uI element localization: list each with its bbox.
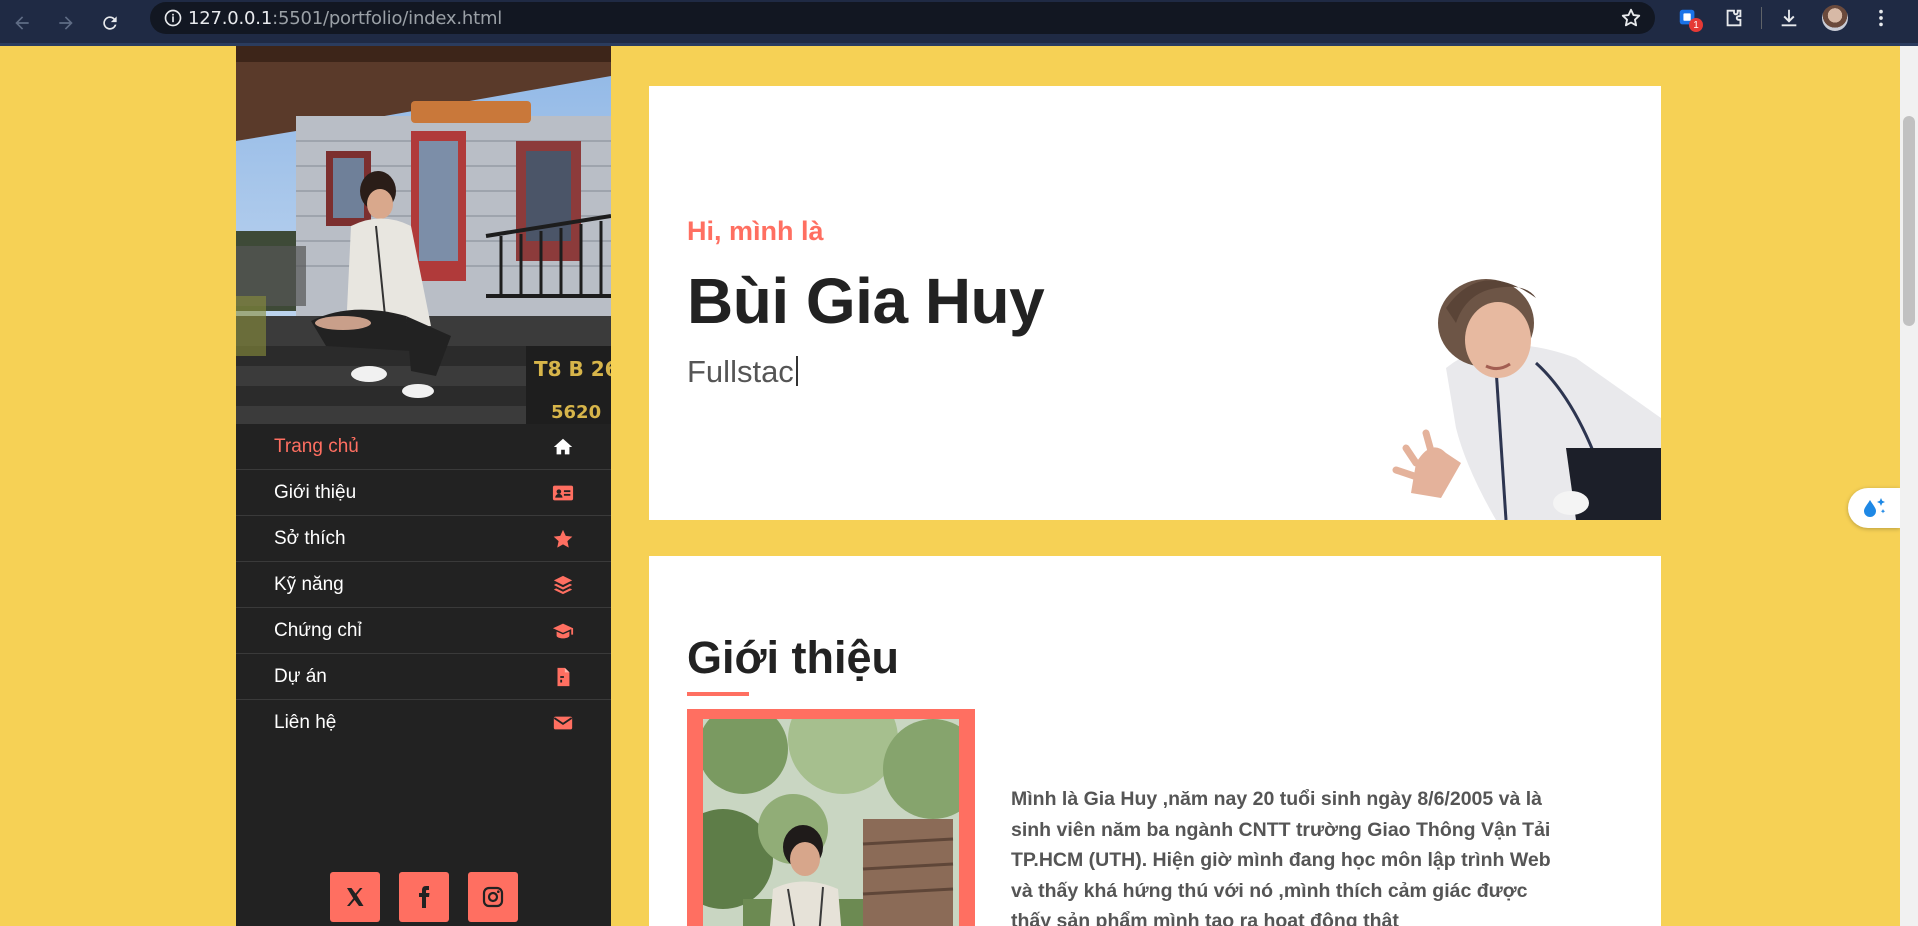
hero-portrait: [1386, 248, 1661, 520]
reload-button[interactable]: [88, 0, 132, 46]
x-link[interactable]: [330, 872, 380, 922]
page-scrollbar-thumb[interactable]: [1903, 116, 1915, 326]
about-title: Giới thiệu: [687, 632, 899, 683]
svg-text:T8 B 26: T8 B 26: [534, 357, 611, 381]
typing-caret: [795, 356, 798, 386]
arrow-right-icon: [59, 16, 73, 30]
envelope-icon: [551, 711, 575, 735]
about-section: Giới thiệu Mình là Gia Huy ,năm nay 20 t…: [649, 556, 1661, 926]
page-scrollbar[interactable]: [1900, 46, 1918, 926]
toolbar-separator: [1761, 7, 1762, 29]
url-text: 127.0.0.1:5501/portfolio/index.html: [188, 8, 502, 29]
extension-badge: 1: [1689, 18, 1703, 32]
extension-button[interactable]: 1: [1665, 0, 1711, 36]
instagram-icon: [482, 886, 504, 908]
address-bar[interactable]: 127.0.0.1:5501/portfolio/index.html: [150, 2, 1655, 34]
url-path: :5501/portfolio/index.html: [272, 7, 503, 29]
menu-item-label: Trang chủ: [274, 435, 359, 457]
bookmark-star-icon[interactable]: [1619, 6, 1643, 30]
downloads-button[interactable]: [1766, 0, 1812, 36]
menu-item-label: Sở thích: [274, 527, 346, 549]
about-text: Mình là Gia Huy ,năm nay 20 tuổi sinh ng…: [1011, 788, 1551, 926]
hero-role-text: Fullstac: [687, 354, 794, 389]
sidebar: T8 B 26 5620 Trang chủ Giới thiệu Sở thí…: [236, 46, 611, 926]
download-icon: [1781, 9, 1797, 27]
menu-item-lien-he[interactable]: Liên hệ: [236, 700, 611, 746]
kebab-menu-icon: [1879, 9, 1883, 27]
instagram-link[interactable]: [468, 872, 518, 922]
sidebar-profile-photo: T8 B 26 5620: [236, 46, 611, 424]
menu-item-so-thich[interactable]: Sở thích: [236, 516, 611, 562]
sidebar-menu: Trang chủ Giới thiệu Sở thích Kỹ năng Ch…: [236, 424, 611, 746]
menu-item-ky-nang[interactable]: Kỹ năng: [236, 562, 611, 608]
floating-assistant-button[interactable]: [1848, 488, 1900, 528]
hero-section: Hi, mình là Bùi Gia Huy Fullstac: [649, 86, 1661, 520]
layers-icon: [551, 573, 575, 597]
menu-item-label: Chứng chỉ: [274, 619, 362, 641]
menu-item-du-an[interactable]: Dự án: [236, 654, 611, 700]
toolbar-right: 1: [1665, 0, 1904, 36]
hero-greeting: Hi, mình là: [687, 216, 824, 246]
social-links: [330, 872, 518, 922]
site-info-icon[interactable]: [158, 3, 188, 33]
water-drop-sparkle-icon: [1864, 498, 1886, 517]
x-icon: [347, 888, 364, 906]
menu-item-label: Giới thiệu: [274, 481, 357, 503]
menu-item-gioi-thieu[interactable]: Giới thiệu: [236, 470, 611, 516]
file-icon: [551, 665, 575, 689]
menu-item-label: Kỹ năng: [274, 573, 344, 595]
hero-name: Bùi Gia Huy: [687, 265, 1045, 337]
about-photo: [703, 719, 959, 926]
reload-icon: [103, 16, 117, 30]
graduation-cap-icon: [551, 619, 575, 643]
facebook-icon: [419, 886, 430, 908]
about-title-underline: [687, 692, 749, 696]
svg-text:5620: 5620: [551, 402, 601, 423]
facebook-link[interactable]: [399, 872, 449, 922]
home-icon: [551, 435, 575, 459]
url-host: 127.0.0.1: [188, 7, 273, 29]
browser-toolbar: 127.0.0.1:5501/portfolio/index.html 1: [0, 0, 1918, 46]
extensions-menu-button[interactable]: [1711, 0, 1757, 36]
hero-role-typing: Fullstac: [687, 354, 798, 390]
menu-item-trang-chu[interactable]: Trang chủ: [236, 424, 611, 470]
menu-item-label: Dự án: [274, 665, 327, 687]
menu-item-label: Liên hệ: [274, 712, 337, 733]
arrow-left-icon: [15, 16, 29, 30]
id-card-icon: [551, 481, 575, 505]
profile-avatar: [1822, 5, 1848, 31]
back-button[interactable]: [0, 0, 44, 46]
profile-button[interactable]: [1812, 0, 1858, 36]
forward-button[interactable]: [44, 0, 88, 46]
chrome-menu-button[interactable]: [1858, 0, 1904, 36]
puzzle-icon: [1726, 9, 1742, 27]
about-photo-frame: [687, 709, 975, 926]
menu-item-chung-chi[interactable]: Chứng chỉ: [236, 608, 611, 654]
star-icon: [551, 527, 575, 551]
